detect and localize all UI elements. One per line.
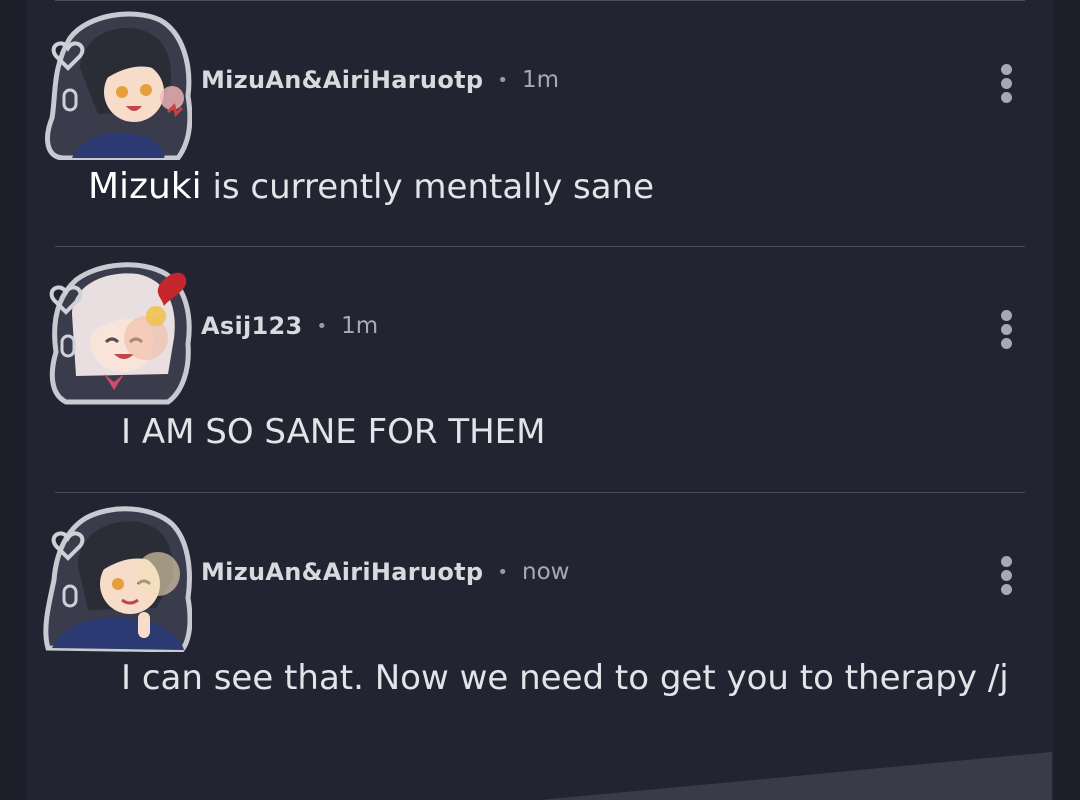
comment-item: Asij123 • 1m I AM SO SANE FOR THEM: [0, 246, 1080, 492]
mention-link[interactable]: Mizuki: [88, 166, 202, 207]
comment-body: is currently mentally sane: [212, 167, 655, 207]
timestamp: 1m: [522, 67, 560, 93]
username-link[interactable]: Asij123: [201, 312, 303, 340]
timestamp: now: [522, 559, 570, 585]
comment-item: MizuAn&AiriHaruotp • now I can see that.…: [0, 492, 1080, 752]
separator-dot: •: [497, 69, 508, 91]
comment-meta: MizuAn&AiriHaruotp • 1m: [201, 66, 559, 94]
anime-avatar-airi-icon[interactable]: [42, 254, 192, 406]
comment-body: I AM SO SANE FOR THEM: [121, 412, 546, 452]
comment-item: MizuAn&AiriHaruotp • 1m Mizuki is curren…: [0, 0, 1080, 246]
more-options-icon[interactable]: [990, 307, 1024, 351]
anime-avatar-mizuki-wink-icon[interactable]: [42, 500, 192, 652]
comment-body: I can see that. Now we need to get you t…: [121, 658, 1009, 698]
anime-avatar-mizuki-icon[interactable]: [42, 8, 192, 160]
username-link[interactable]: MizuAn&AiriHaruotp: [201, 558, 483, 586]
comment-meta: MizuAn&AiriHaruotp • now: [201, 558, 569, 586]
timestamp: 1m: [341, 313, 379, 339]
more-options-icon[interactable]: [990, 553, 1024, 597]
comment-text: Mizuki is currently mentally sane: [88, 166, 654, 207]
more-options-icon[interactable]: [990, 61, 1024, 105]
separator-dot: •: [316, 315, 328, 337]
username-link[interactable]: MizuAn&AiriHaruotp: [201, 66, 483, 94]
comment-meta: Asij123 • 1m: [201, 312, 378, 340]
separator-dot: •: [497, 561, 508, 583]
